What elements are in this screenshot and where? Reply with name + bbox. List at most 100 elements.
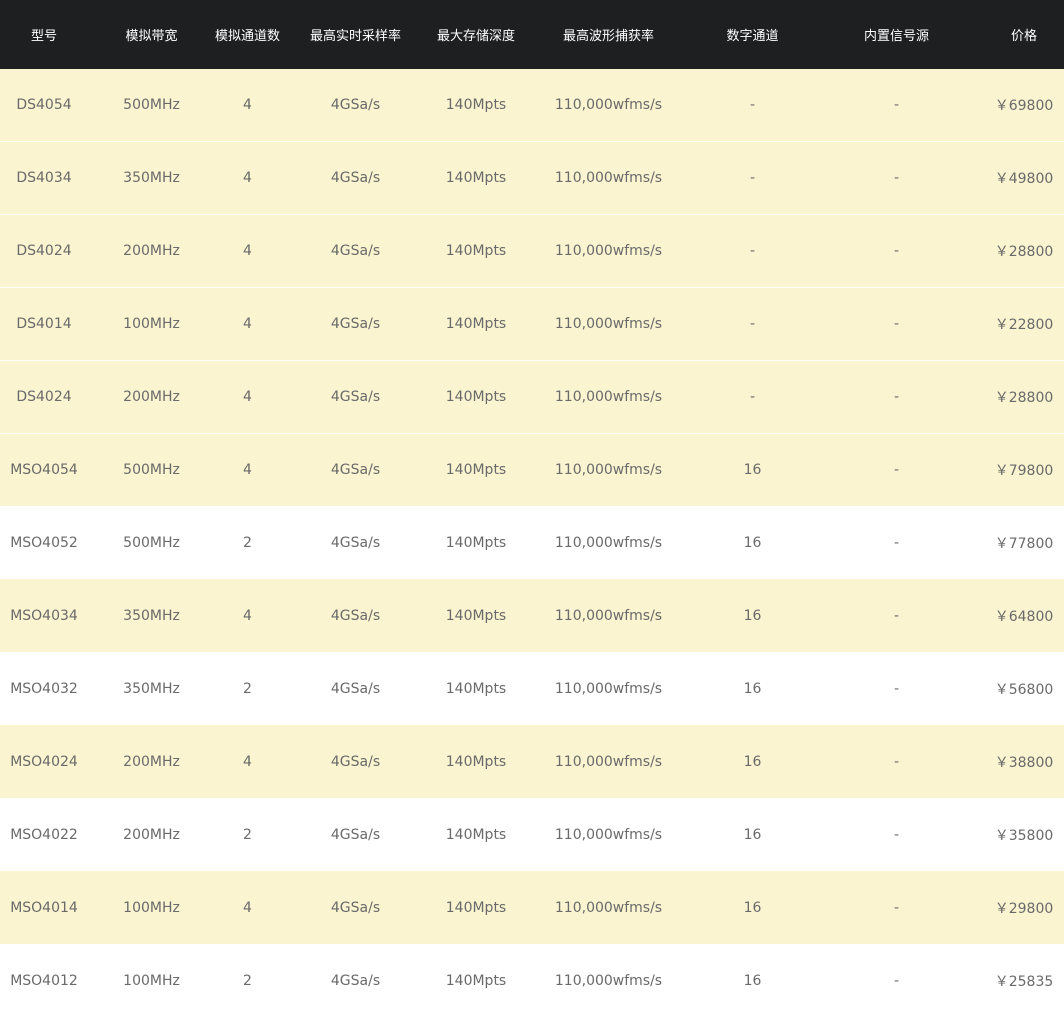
cell-model: MSO4014: [0, 871, 88, 944]
header-bandwidth: 模拟带宽: [88, 0, 215, 69]
cell-signal-source: -: [809, 944, 984, 1017]
cell-capture-rate: 110,000wfms/s: [521, 214, 696, 288]
cell-bandwidth: 350MHz: [88, 652, 215, 725]
cell-channels: 4: [215, 579, 280, 652]
cell-sample-rate: 4GSa/s: [280, 944, 431, 1017]
cell-bandwidth: 100MHz: [88, 944, 215, 1017]
cell-capture-rate: 110,000wfms/s: [521, 725, 696, 798]
cell-price: ￥38800: [984, 725, 1064, 798]
cell-channels: 4: [215, 214, 280, 288]
table-row: MSO4022 200MHz 2 4GSa/s 140Mpts 110,000w…: [0, 798, 1064, 871]
cell-signal-source: -: [809, 725, 984, 798]
cell-capture-rate: 110,000wfms/s: [521, 652, 696, 725]
cell-channels: 4: [215, 287, 280, 361]
table-row: DS4014 100MHz 4 4GSa/s 140Mpts 110,000wf…: [0, 287, 1064, 361]
cell-channels: 2: [215, 652, 280, 725]
cell-price: ￥28800: [984, 360, 1064, 434]
cell-channels: 4: [215, 433, 280, 506]
cell-bandwidth: 200MHz: [88, 798, 215, 871]
table-row: DS4054 500MHz 4 4GSa/s 140Mpts 110,000wf…: [0, 69, 1064, 142]
cell-price: ￥64800: [984, 579, 1064, 652]
cell-channels: 2: [215, 506, 280, 579]
header-signal-source: 内置信号源: [809, 0, 984, 69]
cell-channels: 4: [215, 360, 280, 434]
cell-capture-rate: 110,000wfms/s: [521, 798, 696, 871]
cell-price: ￥28800: [984, 214, 1064, 288]
cell-digital-channels: -: [696, 360, 809, 434]
cell-digital-channels: 16: [696, 433, 809, 506]
cell-digital-channels: 16: [696, 725, 809, 798]
cell-digital-channels: 16: [696, 506, 809, 579]
table-row: MSO4034 350MHz 4 4GSa/s 140Mpts 110,000w…: [0, 579, 1064, 652]
cell-price: ￥49800: [984, 141, 1064, 215]
cell-memory-depth: 140Mpts: [431, 287, 521, 361]
cell-digital-channels: 16: [696, 871, 809, 944]
cell-channels: 4: [215, 725, 280, 798]
cell-signal-source: -: [809, 433, 984, 506]
cell-model: MSO4052: [0, 506, 88, 579]
cell-memory-depth: 140Mpts: [431, 871, 521, 944]
cell-memory-depth: 140Mpts: [431, 579, 521, 652]
cell-bandwidth: 200MHz: [88, 360, 215, 434]
cell-bandwidth: 350MHz: [88, 141, 215, 215]
cell-signal-source: -: [809, 579, 984, 652]
cell-memory-depth: 140Mpts: [431, 798, 521, 871]
cell-model: DS4024: [0, 214, 88, 288]
cell-model: MSO4034: [0, 579, 88, 652]
cell-bandwidth: 500MHz: [88, 506, 215, 579]
cell-digital-channels: -: [696, 69, 809, 142]
cell-price: ￥35800: [984, 798, 1064, 871]
cell-digital-channels: 16: [696, 944, 809, 1017]
cell-price: ￥69800: [984, 69, 1064, 142]
cell-channels: 2: [215, 798, 280, 871]
table-header-row: 型号 模拟带宽 模拟通道数 最高实时采样率 最大存储深度 最高波形捕获率 数字通…: [0, 0, 1064, 69]
cell-channels: 4: [215, 69, 280, 142]
table-row: MSO4012 100MHz 2 4GSa/s 140Mpts 110,000w…: [0, 944, 1064, 1017]
cell-sample-rate: 4GSa/s: [280, 652, 431, 725]
cell-price: ￥77800: [984, 506, 1064, 579]
cell-memory-depth: 140Mpts: [431, 725, 521, 798]
cell-signal-source: -: [809, 652, 984, 725]
table-row: MSO4054 500MHz 4 4GSa/s 140Mpts 110,000w…: [0, 433, 1064, 506]
cell-capture-rate: 110,000wfms/s: [521, 141, 696, 215]
cell-model: MSO4032: [0, 652, 88, 725]
cell-bandwidth: 200MHz: [88, 725, 215, 798]
cell-digital-channels: -: [696, 214, 809, 288]
cell-bandwidth: 100MHz: [88, 871, 215, 944]
cell-memory-depth: 140Mpts: [431, 652, 521, 725]
cell-memory-depth: 140Mpts: [431, 944, 521, 1017]
cell-capture-rate: 110,000wfms/s: [521, 433, 696, 506]
cell-model: MSO4022: [0, 798, 88, 871]
cell-signal-source: -: [809, 871, 984, 944]
cell-channels: 4: [215, 141, 280, 215]
cell-bandwidth: 500MHz: [88, 69, 215, 142]
cell-bandwidth: 500MHz: [88, 433, 215, 506]
header-capture-rate: 最高波形捕获率: [521, 0, 696, 69]
header-sample-rate: 最高实时采样率: [280, 0, 431, 69]
cell-sample-rate: 4GSa/s: [280, 360, 431, 434]
cell-model: MSO4054: [0, 433, 88, 506]
cell-bandwidth: 350MHz: [88, 579, 215, 652]
header-memory-depth: 最大存储深度: [431, 0, 521, 69]
cell-model: DS4034: [0, 141, 88, 215]
cell-sample-rate: 4GSa/s: [280, 69, 431, 142]
cell-model: DS4054: [0, 69, 88, 142]
cell-price: ￥79800: [984, 433, 1064, 506]
cell-capture-rate: 110,000wfms/s: [521, 360, 696, 434]
cell-model: MSO4024: [0, 725, 88, 798]
table-row: MSO4014 100MHz 4 4GSa/s 140Mpts 110,000w…: [0, 871, 1064, 944]
cell-model: DS4024: [0, 360, 88, 434]
cell-price: ￥56800: [984, 652, 1064, 725]
table-row: MSO4052 500MHz 2 4GSa/s 140Mpts 110,000w…: [0, 506, 1064, 579]
table-row: MSO4024 200MHz 4 4GSa/s 140Mpts 110,000w…: [0, 725, 1064, 798]
cell-signal-source: -: [809, 798, 984, 871]
cell-price: ￥29800: [984, 871, 1064, 944]
cell-bandwidth: 100MHz: [88, 287, 215, 361]
cell-price: ￥22800: [984, 287, 1064, 361]
cell-digital-channels: 16: [696, 652, 809, 725]
header-price: 价格: [984, 0, 1064, 69]
cell-memory-depth: 140Mpts: [431, 214, 521, 288]
cell-capture-rate: 110,000wfms/s: [521, 871, 696, 944]
cell-signal-source: -: [809, 287, 984, 361]
table-row: DS4034 350MHz 4 4GSa/s 140Mpts 110,000wf…: [0, 141, 1064, 215]
